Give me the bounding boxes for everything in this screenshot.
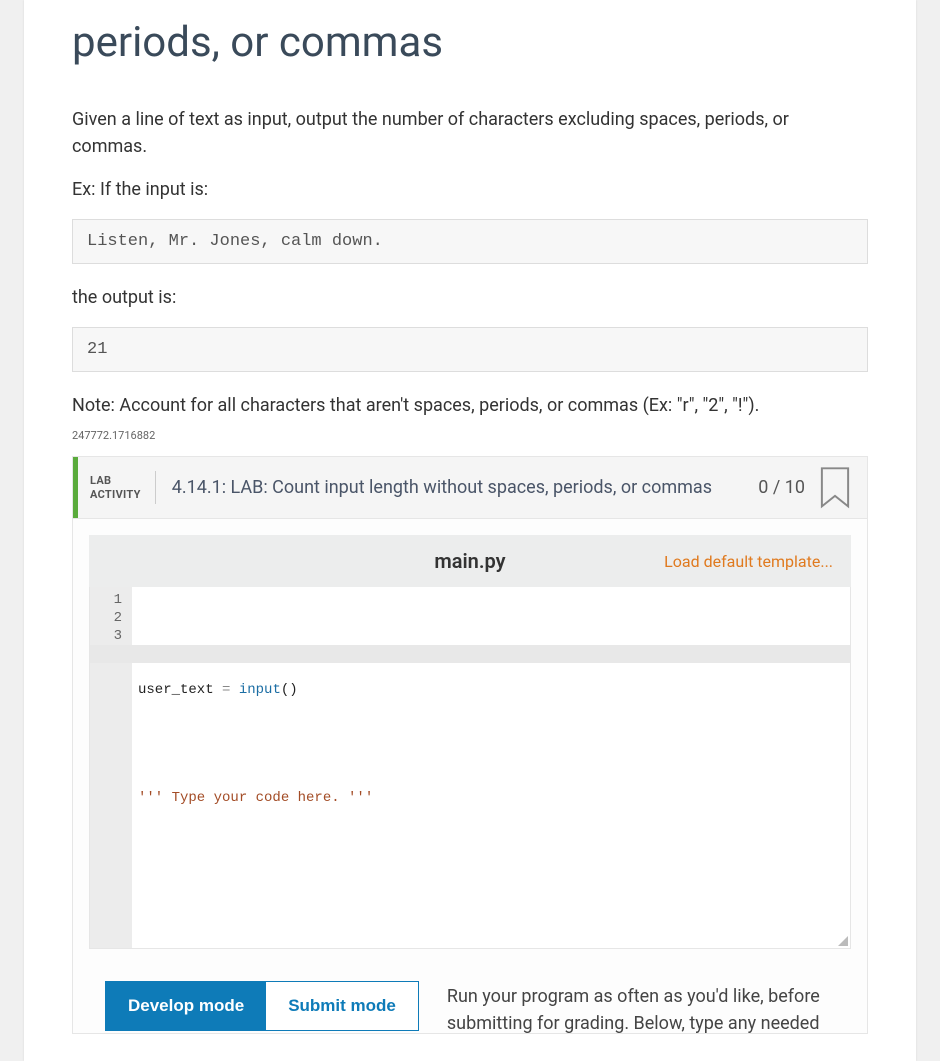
output-intro: the output is: [72,284,868,311]
gutter-line: 1 [90,591,132,609]
page-wrapper: periods, or commas Given a line of text … [24,0,916,1061]
bookmark-icon[interactable] [819,457,867,518]
mode-toggle: Develop mode Submit mode [105,981,419,1031]
code-line-4 [138,843,844,861]
lab-activity-box: LAB ACTIVITY 4.14.1: LAB: Count input le… [72,456,868,1034]
lab-badge-line1: LAB [90,474,141,488]
example-output-block: 21 [72,327,868,372]
gutter-line: 3 [90,627,132,645]
lab-badge: LAB ACTIVITY [73,457,155,518]
develop-mode-button[interactable]: Develop mode [106,982,266,1030]
mode-row: Develop mode Submit mode Run your progra… [89,949,851,1033]
page-title: periods, or commas [72,18,868,68]
code-area[interactable]: user_text = input() ''' Type your code h… [132,587,850,948]
code-editor[interactable]: 1 2 3 4 user_text = input() ''' Type you… [89,587,851,949]
resize-handle[interactable] [836,934,848,946]
problem-prompt: Given a line of text as input, output th… [72,106,868,160]
lab-header: LAB ACTIVITY 4.14.1: LAB: Count input le… [73,457,867,519]
line-gutter: 1 2 3 4 [90,587,132,948]
problem-note: Note: Account for all characters that ar… [72,392,868,419]
editor-shell: main.py Load default template... 1 2 3 4… [73,519,867,1033]
mode-description: Run your program as often as you'd like,… [447,981,835,1033]
code-line-3: ''' Type your code here. ''' [138,789,844,807]
lab-badge-line2: ACTIVITY [90,488,141,502]
gutter-line: 2 [90,609,132,627]
file-header: main.py Load default template... [89,535,851,587]
code-line-1: user_text = input() [138,681,844,699]
load-template-link[interactable]: Load default template... [664,552,833,571]
code-line-2 [138,735,844,753]
submit-mode-button[interactable]: Submit mode [266,982,418,1030]
fine-print-id: 247772.1716882 [72,429,868,442]
example-input-block: Listen, Mr. Jones, calm down. [72,219,868,264]
lab-score: 0 / 10 [752,457,819,518]
example-intro: Ex: If the input is: [72,176,868,203]
lab-title: 4.14.1: LAB: Count input length without … [156,457,753,518]
